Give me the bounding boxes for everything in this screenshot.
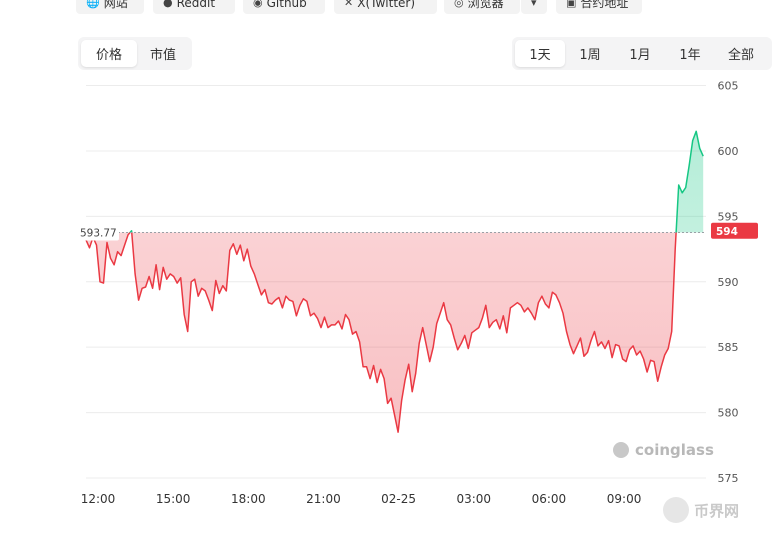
corner-logo-text: 币界网 <box>694 502 739 520</box>
watermark-text: coinglass <box>635 441 714 459</box>
x-tick-label: 21:00 <box>306 492 341 506</box>
x-tick-label: 03:00 <box>456 492 491 506</box>
x-tick-label: 06:00 <box>532 492 567 506</box>
y-tick-label: 590 <box>718 276 739 289</box>
x-tick-label: 12:00 <box>81 492 116 506</box>
current-price-label: 594 <box>716 226 738 238</box>
price-chart[interactable]: 593.77 594 605 600 595 590 585 580 575 12:00 15:… <box>0 0 772 536</box>
corner-logo-icon <box>663 497 689 523</box>
coinglass-logo-icon <box>613 442 629 458</box>
y-tick-label: 580 <box>718 407 739 420</box>
y-axis: 605 600 595 590 585 580 575 <box>718 80 739 485</box>
x-axis: 12:00 15:00 18:00 21:00 02-25 03:00 06:00 09:00 <box>81 492 642 506</box>
x-tick-label: 18:00 <box>231 492 266 506</box>
y-tick-label: 585 <box>718 341 739 354</box>
y-tick-label: 600 <box>718 145 739 158</box>
x-tick-label: 02-25 <box>381 492 416 506</box>
y-tick-label: 605 <box>718 80 739 93</box>
y-tick-label: 595 <box>718 210 739 223</box>
baseline-label: 593.77 <box>80 227 117 239</box>
x-tick-label: 15:00 <box>156 492 191 506</box>
x-tick-label: 09:00 <box>607 492 642 506</box>
y-tick-label: 575 <box>718 472 739 485</box>
